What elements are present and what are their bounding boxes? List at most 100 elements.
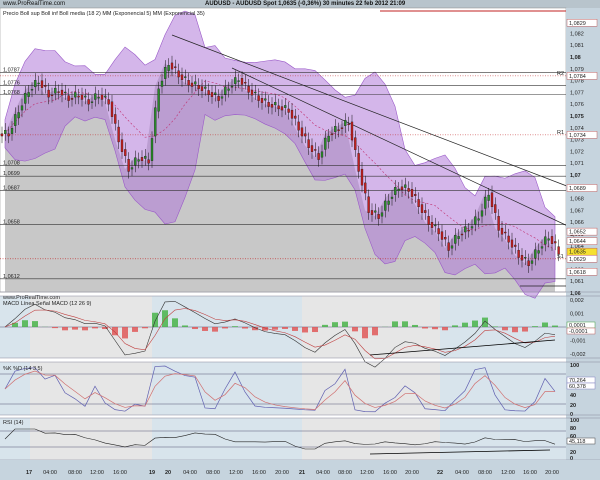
macd-histogram-bar [472,320,478,327]
candle [234,77,237,84]
candle [530,260,534,264]
candle [477,218,480,221]
time-tick: 12:00 [501,470,515,476]
macd-histogram-bar [292,327,298,331]
candle [537,250,540,254]
macd-histogram-bar [512,327,518,333]
candle [240,78,244,85]
candle [490,192,494,208]
price-chart[interactable]: 1,0787 1,0776 1,0768 1,0708 1,0699 1,0687 1,06… [0,0,600,480]
macd-histogram-bar [172,318,178,327]
candle [340,127,344,129]
rsi-tag-label: 45,118 [569,439,585,445]
candle [120,139,124,152]
macd-histogram-bar [92,327,98,329]
price-tag-label: 1,0689 [569,186,586,192]
candle [94,93,97,100]
candle [0,133,4,137]
candle [117,126,120,143]
axis-tick: 1,075 [570,114,584,120]
candle [104,95,107,98]
candle [417,199,420,208]
candle [520,255,524,261]
level-label: 1,0658 [3,220,20,226]
stoch-tick: 100 [570,363,579,369]
candle [74,92,77,98]
macd-histogram-bar [302,327,308,333]
axis-tick: 1,07 [570,173,581,179]
macd-tick: 0,001 [570,312,584,318]
rsi-legend: RSI (14) [3,420,24,426]
macd-histogram-bar [222,327,228,329]
price-tag-label: 1,0618 [569,270,586,276]
macd-histogram-bar [202,327,208,331]
macd-histogram-bar [372,327,378,336]
candle [360,168,364,186]
candle [184,76,187,78]
time-tick: 21 [299,470,305,476]
candle [507,235,510,243]
candle [544,236,547,245]
macd-histogram-bar [112,327,118,336]
candle [204,86,207,89]
candle [474,216,477,225]
candle [320,151,324,158]
macd-histogram-bar [532,326,538,327]
axis-tick: 1,08 [570,55,581,61]
macd-histogram-bar [452,325,458,327]
candle [260,98,264,103]
candle [310,145,314,152]
candle [337,129,340,131]
pivot-label: R2 [557,71,564,77]
macd-histogram-bar [482,317,488,327]
candle [487,194,490,201]
macd-histogram-bar [332,322,338,327]
panel-shade [302,362,440,415]
macd-histogram-bar [312,327,318,333]
candle [177,70,180,78]
macd-tick: 0,002 [570,298,584,304]
candle [87,99,90,105]
axis-tick: 1,079 [570,67,584,73]
panel-shade [152,362,302,415]
candle [380,212,384,217]
candle [147,159,150,164]
candle [160,80,164,87]
candle [424,210,427,213]
candle [67,95,70,101]
candle [377,214,380,219]
panel-shade [440,418,566,460]
macd-histogram-bar [22,320,28,327]
macd-histogram-bar [122,327,128,339]
time-tick: 08:00 [478,470,492,476]
candle [444,236,447,240]
macd-histogram-bar [182,325,188,327]
macd-histogram-bar [62,327,68,331]
macd-histogram-bar [232,326,238,327]
candle [540,246,544,249]
candle [54,87,57,94]
macd-histogram-bar [392,321,398,327]
candle [447,242,450,251]
candle [437,228,440,235]
candle [217,96,220,101]
candle [347,123,350,126]
candle [90,101,94,103]
candle [334,126,337,132]
candle [534,249,537,259]
stoch-legend: %K %D (14 3 5) [3,366,43,372]
candle [270,104,274,108]
candle [460,233,464,236]
axis-tick: 1,081 [570,43,584,49]
macd-histogram-bar [132,327,138,332]
axis-tick: 1,068 [570,197,584,203]
candle [250,89,254,96]
candle [37,82,40,85]
candle [57,91,60,93]
macd-legend: MACD Línea Señal MACD (12 26 9) [3,301,92,307]
candle [387,200,390,205]
axis-tick: 1,076 [570,102,584,108]
candle [50,94,54,96]
axis-tick: 1,071 [570,161,584,167]
candle [130,167,134,170]
